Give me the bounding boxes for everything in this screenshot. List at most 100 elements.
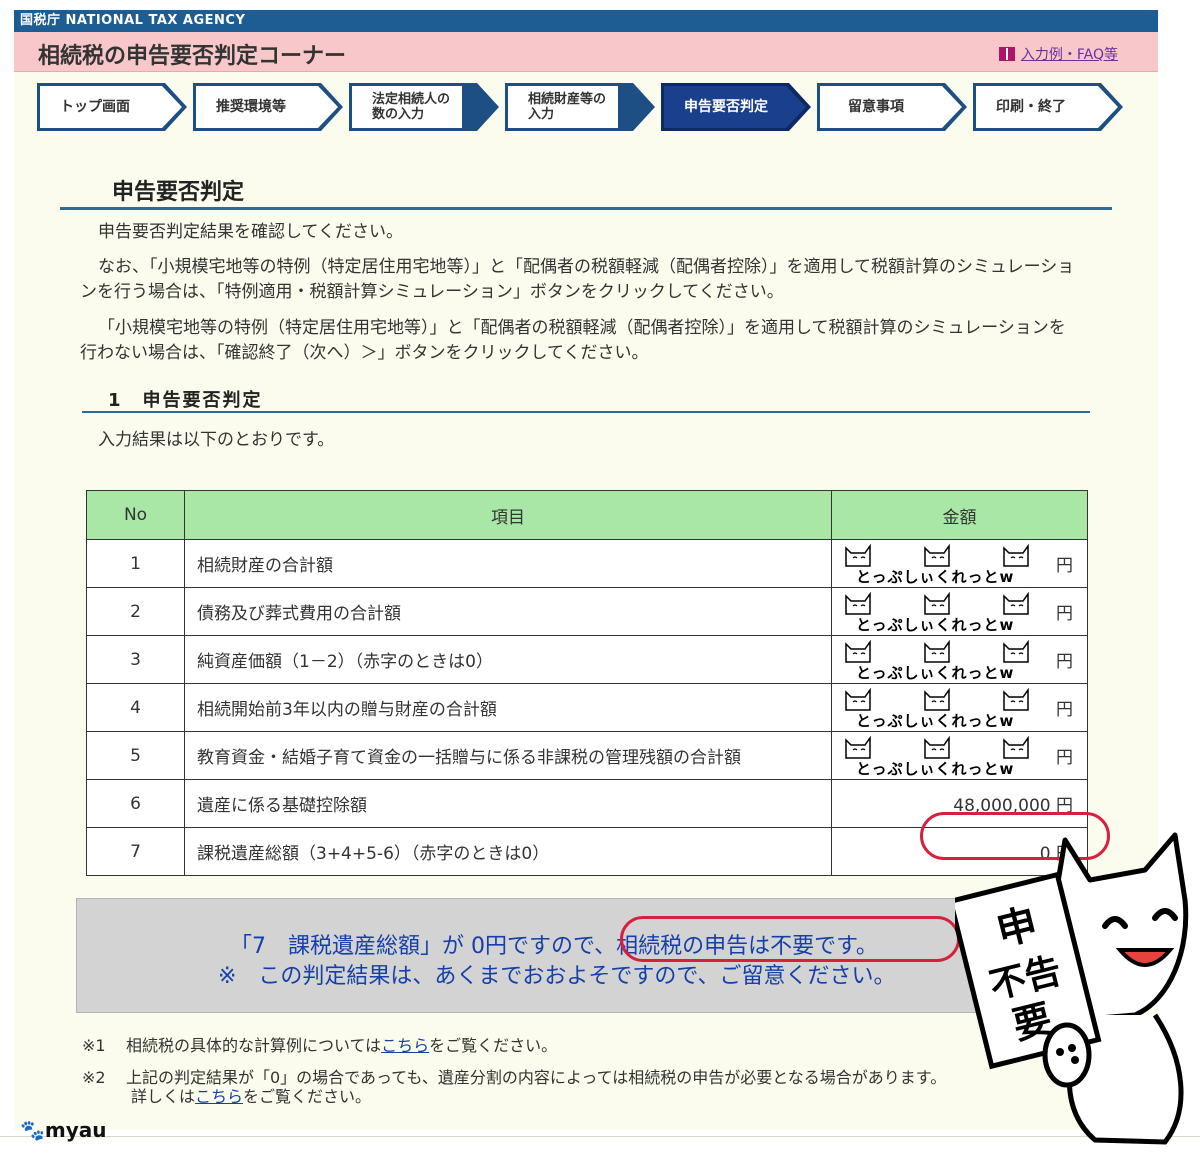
step-label: トップ画面 (40, 86, 182, 128)
cat-sticker-icon (842, 542, 874, 568)
row-number: 1 (86, 539, 185, 588)
row-number: 3 (86, 635, 185, 684)
table-row: 5 教育資金・結婚子育て資金の一括贈与に係る非課税の管理残額の合計額 とっぷしぃくれ… (86, 731, 1088, 780)
cat-sticker-icon (842, 590, 874, 616)
footnote-mark: ※2 (82, 1068, 106, 1087)
mask-caption: とっぷしぃくれっとw (856, 616, 1015, 634)
step-heirs[interactable]: 法定相続人の数の入力 (349, 83, 499, 131)
step-judgment[interactable]: 申告要否判定 (661, 83, 811, 131)
highlight-oval-result (620, 916, 960, 962)
row-number: 4 (86, 683, 185, 732)
redaction-mask: とっぷしぃくれっとw (842, 638, 1032, 682)
footnote-text: をご覧ください。 (429, 1036, 558, 1055)
details-link[interactable]: こちら (195, 1087, 243, 1106)
footnote-text: をご覧ください。 (243, 1087, 372, 1106)
faq-link[interactable]: 入力例・FAQ等 (998, 44, 1118, 64)
redaction-mask: とっぷしぃくれっとw (842, 734, 1032, 778)
cat-sticker-icon (1000, 686, 1032, 712)
redaction-mask: とっぷしぃくれっとw (842, 590, 1032, 634)
redaction-mask: とっぷしぃくれっとw (842, 686, 1032, 730)
step-label: 申告要否判定 (664, 86, 806, 128)
row-amount: とっぷしぃくれっとw 円 (831, 683, 1088, 732)
title-rule (60, 207, 1112, 210)
agency-bar: 国税庁 NATIONAL TAX AGENCY (14, 10, 1158, 32)
paw-icon: 🐾 (20, 1118, 45, 1142)
amount-unit: 円 (1056, 652, 1073, 672)
subsection-rule (82, 411, 1090, 413)
step-label: 印刷・終了 (976, 86, 1118, 128)
watermark-logo: 🐾myau (20, 1118, 107, 1142)
note-text-line2: ンを行う場合は、「特例適用・税額計算シミュレーション」ボタンをクリックしてくださ… (80, 282, 784, 302)
row-item: 教育資金・結婚子育て資金の一括贈与に係る非課税の管理残額の合計額 (184, 731, 832, 780)
watermark-text: myau (44, 1118, 107, 1142)
header-no: No (86, 490, 185, 540)
mask-caption: とっぷしぃくれっとw (856, 568, 1015, 586)
cat-sticker-icon (921, 734, 953, 760)
book-icon (998, 47, 1015, 61)
result-caution: ※ この判定結果は、あくまでおおよそですので、ご留意ください。 (218, 964, 896, 989)
note-text-line1: なお、「小規模宅地等の特例（特定居住用宅地等）」と「配偶者の税額軽減（配偶者控除… (98, 257, 1075, 277)
row-item: 債務及び葬式費用の合計額 (184, 587, 832, 636)
amount-unit: 円 (1056, 700, 1073, 720)
cat-sticker-icon (1000, 590, 1032, 616)
footnote-text: 詳しくは (131, 1087, 196, 1106)
header-item: 項目 (184, 490, 832, 540)
note-text-line3: 「小規模宅地等の特例（特定居住用宅地等）」と「配偶者の税額軽減（配偶者控除）」を… (98, 318, 1066, 338)
redaction-mask: とっぷしぃくれっとw (842, 542, 1032, 586)
row-number: 2 (86, 587, 185, 636)
row-item: 相続開始前3年以内の贈与財産の合計額 (184, 683, 832, 732)
table-row: 2 債務及び葬式費用の合計額とっぷしぃくれっとw 円 (86, 587, 1088, 636)
footnote-text: 相続税の具体的な計算例については (125, 1036, 382, 1055)
page-title: 申告要否判定 (112, 180, 245, 205)
cat-sticker-icon (1000, 638, 1032, 664)
cat-sticker-icon (921, 686, 953, 712)
step-print[interactable]: 印刷・終了 (973, 83, 1123, 131)
step-label: 留意事項 (820, 86, 962, 128)
cat-sticker-icon (921, 638, 953, 664)
cat-sticker-icon (921, 590, 953, 616)
cat-mascot-with-sign: 申 不告 要 (955, 832, 1189, 1145)
instruction-text: 申告要否判定結果を確認してください。 (98, 222, 403, 242)
step-environment[interactable]: 推奨環境等 (193, 83, 343, 131)
table-header-row: No 項目 金額 (86, 490, 1088, 540)
table-intro: 入力結果は以下のとおりです。 (98, 430, 335, 450)
row-amount: とっぷしぃくれっとw 円 (831, 635, 1088, 684)
step-top[interactable]: トップ画面 (37, 83, 187, 131)
row-item: 課税遺産総額（3+4+5-6）（赤字のときは0） (184, 827, 832, 876)
footnote-2-more: 詳しくはこちらをご覧ください。 (131, 1083, 371, 1107)
step-assets[interactable]: 相続財産等の入力 (505, 83, 655, 131)
subsection-title: 1 申告要否判定 (108, 390, 263, 411)
faq-link-label[interactable]: 入力例・FAQ等 (1021, 44, 1118, 64)
footnote-1: ※1 相続税の具体的な計算例についてはこちらをご覧ください。 (82, 1032, 557, 1056)
note-text-line4: 行わない場合は、「確認終了（次へ）＞」ボタンをクリックしてください。 (80, 343, 649, 363)
row-amount: とっぷしぃくれっとw 円 (831, 731, 1088, 780)
footnote-mark: ※1 (82, 1036, 106, 1055)
corner-title: 相続税の申告要否判定コーナー (38, 44, 347, 69)
step-label: 法定相続人の数の入力 (352, 86, 462, 128)
example-link[interactable]: こちら (381, 1036, 429, 1055)
amount-unit: 円 (1056, 748, 1073, 768)
table-row: 3 純資産価額（1－2）（赤字のときは0） とっぷしぃくれっとw 円 (86, 635, 1088, 684)
table-row: 1 相続財産の合計額 とっぷしぃくれっとw 円 (86, 539, 1088, 588)
amount-unit: 円 (1056, 604, 1073, 624)
cat-sticker-icon (1000, 542, 1032, 568)
header-amount: 金額 (831, 490, 1088, 540)
row-number: 6 (86, 779, 185, 828)
cat-sticker-icon (842, 686, 874, 712)
row-item: 遺産に係る基礎控除額 (184, 779, 832, 828)
row-amount: とっぷしぃくれっとw 円 (831, 587, 1088, 636)
amount-unit: 円 (1056, 556, 1073, 576)
cat-sticker-icon (842, 638, 874, 664)
step-label: 相続財産等の入力 (508, 86, 618, 128)
corner-header: 相続税の申告要否判定コーナー 入力例・FAQ等 (14, 32, 1158, 72)
step-notes[interactable]: 留意事項 (817, 83, 967, 131)
row-item: 純資産価額（1－2）（赤字のときは0） (184, 635, 832, 684)
row-amount: とっぷしぃくれっとw 円 (831, 539, 1088, 588)
cat-sticker-icon (1000, 734, 1032, 760)
mask-caption: とっぷしぃくれっとw (856, 712, 1015, 730)
cat-sticker-icon (921, 542, 953, 568)
row-number: 7 (86, 827, 185, 876)
step-label: 推奨環境等 (196, 86, 338, 128)
table-row: 4 相続開始前3年以内の贈与財産の合計額とっぷしぃくれっとw 円 (86, 683, 1088, 732)
row-number: 5 (86, 731, 185, 780)
